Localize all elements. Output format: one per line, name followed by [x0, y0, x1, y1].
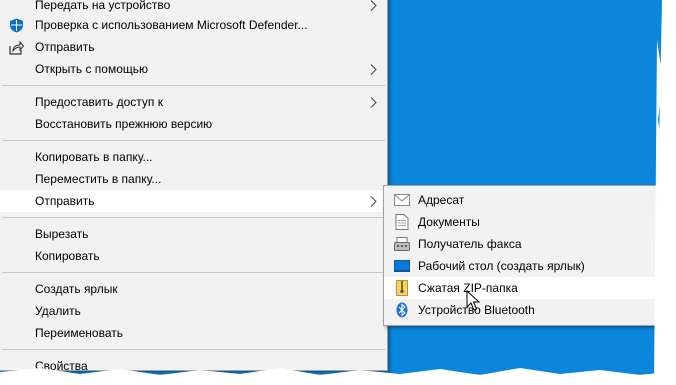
zip-folder-icon: [394, 280, 410, 296]
submenu-item-label: Адресат: [418, 193, 465, 207]
mouse-cursor-icon: [466, 290, 480, 311]
menu-item-cut[interactable]: Вырезать: [0, 223, 387, 245]
menu-separator: [2, 272, 385, 273]
menu-item-label: Предоставить доступ к: [35, 95, 163, 109]
menu-separator: [2, 140, 385, 141]
menu-item-label: Вырезать: [35, 227, 89, 241]
context-menu: Передать на устройство Проверка с исполь…: [0, 0, 388, 373]
torn-edge-right: [654, 0, 676, 385]
menu-item-label: Передать на устройство: [35, 0, 171, 12]
menu-item-label: Копировать: [35, 249, 100, 263]
menu-item-open-with[interactable]: Открыть с помощью: [0, 58, 387, 80]
documents-icon: [394, 214, 410, 230]
chevron-right-icon: [368, 190, 378, 212]
menu-separator: [2, 217, 385, 218]
submenu-item-bluetooth[interactable]: Устройство Bluetooth: [384, 299, 659, 321]
mail-recipient-icon: [394, 192, 410, 208]
desktop-icon: [394, 258, 410, 274]
menu-separator: [2, 349, 385, 350]
submenu-item-desktop-shortcut[interactable]: Рабочий стол (создать ярлык): [384, 255, 659, 277]
menu-item-restore-versions[interactable]: Восстановить прежнюю версию: [0, 113, 387, 135]
menu-item-share[interactable]: Отправить: [0, 36, 387, 58]
menu-item-label: Восстановить прежнюю версию: [35, 117, 213, 131]
menu-item-copy-to-folder[interactable]: Копировать в папку...: [0, 146, 387, 168]
bluetooth-icon: [394, 302, 410, 318]
menu-item-label: Отправить: [35, 40, 95, 54]
submenu-item-fax-recipient[interactable]: Получатель факса: [384, 233, 659, 255]
menu-item-label: Открыть с помощью: [35, 62, 149, 76]
menu-item-label: Отправить: [35, 194, 95, 208]
menu-item-send-to-device[interactable]: Передать на устройство: [0, 0, 387, 14]
menu-item-give-access[interactable]: Предоставить доступ к: [0, 91, 387, 113]
send-to-submenu: Адресат Документы Получатель факса Рабоч…: [383, 185, 660, 326]
menu-item-label: Удалить: [35, 304, 81, 318]
menu-item-label: Переименовать: [35, 326, 123, 340]
menu-item-label: Копировать в папку...: [35, 150, 153, 164]
defender-shield-icon: [9, 18, 24, 33]
chevron-right-icon: [368, 91, 378, 113]
menu-item-copy[interactable]: Копировать: [0, 245, 387, 267]
menu-item-delete[interactable]: Удалить: [0, 300, 387, 322]
menu-item-move-to-folder[interactable]: Переместить в папку...: [0, 168, 387, 190]
menu-item-defender-scan[interactable]: Проверка с использованием Microsoft Defe…: [0, 14, 387, 36]
submenu-item-label: Документы: [418, 215, 480, 229]
menu-item-send-to[interactable]: Отправить: [0, 190, 387, 212]
chevron-right-icon: [368, 0, 378, 14]
share-icon: [9, 40, 24, 55]
menu-item-label: Создать ярлык: [35, 282, 118, 296]
menu-item-label: Проверка с использованием Microsoft Defe…: [35, 18, 308, 32]
submenu-item-documents[interactable]: Документы: [384, 211, 659, 233]
menu-separator: [2, 85, 385, 86]
menu-item-create-shortcut[interactable]: Создать ярлык: [0, 278, 387, 300]
submenu-item-label: Рабочий стол (создать ярлык): [418, 259, 585, 273]
menu-item-rename[interactable]: Переименовать: [0, 322, 387, 344]
submenu-item-mail-recipient[interactable]: Адресат: [384, 189, 659, 211]
submenu-item-label: Получатель факса: [418, 237, 522, 251]
chevron-right-icon: [368, 58, 378, 80]
fax-icon: [394, 236, 410, 252]
menu-item-label: Переместить в папку...: [35, 172, 162, 186]
submenu-item-zip-folder[interactable]: Сжатая ZIP-папка: [384, 277, 659, 299]
